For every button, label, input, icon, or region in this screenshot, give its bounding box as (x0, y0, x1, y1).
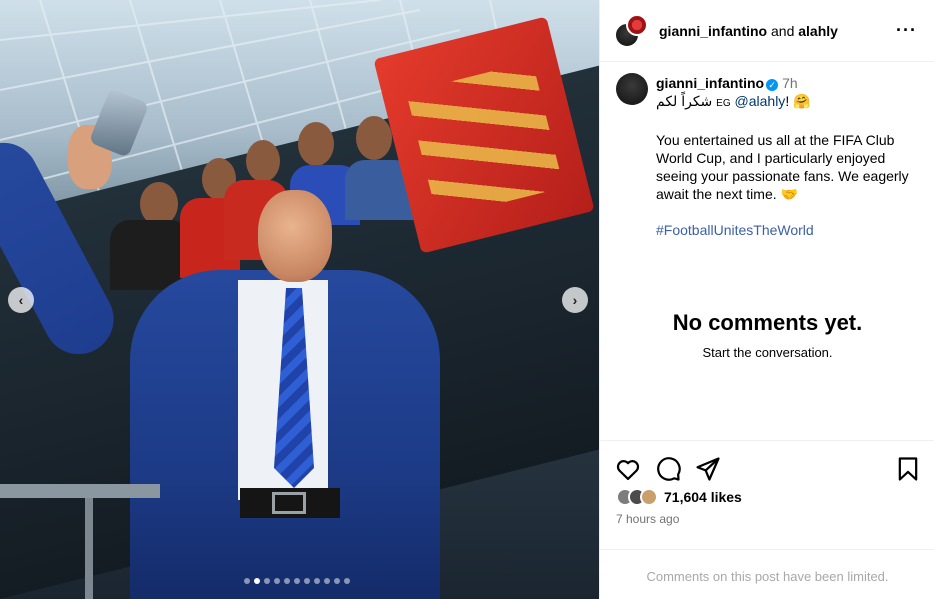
carousel-dot[interactable] (284, 578, 290, 584)
collab-title: gianni_infantino and alahly (659, 23, 838, 39)
likes-row: 71,604 likes (616, 488, 742, 506)
carousel-dot[interactable] (324, 578, 330, 584)
empty-comments-subtitle: Start the conversation. (702, 345, 833, 360)
post-timestamp[interactable]: 7 hours ago (616, 512, 679, 526)
post-actions: 71,604 likes 7 hours ago Comments on thi… (600, 440, 934, 599)
carousel-dot[interactable] (294, 578, 300, 584)
carousel-dot[interactable] (264, 578, 270, 584)
verified-badge-icon: ✓ (766, 79, 779, 91)
carousel-dot[interactable] (244, 578, 250, 584)
chevron-right-icon[interactable]: › (562, 287, 588, 313)
handshake-emoji: 🤝 (780, 186, 798, 202)
caption-arabic-text: شكراً لكم (656, 93, 713, 109)
railing-post (85, 498, 93, 599)
carousel-dots (244, 578, 350, 584)
post-panel: gianni_infantino and alahly ··· gianni_i… (599, 0, 934, 599)
hashtag-link[interactable]: #FootballUnitesTheWorld (656, 222, 814, 238)
caption-time[interactable]: 7h (782, 75, 798, 91)
carousel-dot[interactable] (254, 578, 260, 584)
post-header: gianni_infantino and alahly ··· (600, 0, 934, 62)
heart-icon[interactable] (614, 455, 642, 483)
avatar[interactable] (640, 488, 658, 506)
header-username-2[interactable]: alahly (798, 23, 838, 39)
send-icon[interactable] (694, 455, 722, 483)
carousel-dot[interactable] (304, 578, 310, 584)
fan-head (298, 122, 334, 166)
hug-emoji: 🤗 (793, 93, 811, 109)
comments-limited-notice: Comments on this post have been limited. (600, 549, 934, 584)
comment-icon[interactable] (654, 455, 682, 483)
belt-buckle (272, 492, 306, 514)
avatar[interactable] (626, 14, 648, 36)
carousel-dot[interactable] (274, 578, 280, 584)
collab-avatars[interactable] (614, 14, 648, 48)
carousel-dot[interactable] (314, 578, 320, 584)
header-username-1[interactable]: gianni_infantino (659, 23, 767, 39)
carousel-dot[interactable] (334, 578, 340, 584)
avatar[interactable] (616, 73, 648, 105)
fan-head (246, 140, 280, 182)
empty-comments: No comments yet. Start the conversation. (600, 310, 934, 360)
empty-comments-title: No comments yet. (672, 310, 863, 335)
fan-head (356, 116, 392, 160)
bookmark-icon[interactable] (894, 455, 922, 483)
person-head (258, 190, 332, 282)
likes-count[interactable]: 71,604 likes (664, 489, 742, 505)
mention-link[interactable]: @alahly (735, 93, 786, 109)
railing (0, 484, 160, 498)
carousel-dot[interactable] (344, 578, 350, 584)
caption-body: gianni_infantino ✓ 7h شكراً لكم EG @alahly… (656, 74, 926, 239)
more-horizontal-icon[interactable]: ··· (896, 20, 917, 41)
caption-username[interactable]: gianni_infantino (656, 75, 764, 91)
caption-punct: ! (785, 93, 790, 109)
header-joiner: and (771, 23, 795, 39)
post-media[interactable]: ‹ › (0, 0, 599, 599)
action-bar (614, 455, 920, 483)
chevron-left-icon[interactable]: ‹ (8, 287, 34, 313)
flag-egypt: EG (716, 98, 731, 109)
